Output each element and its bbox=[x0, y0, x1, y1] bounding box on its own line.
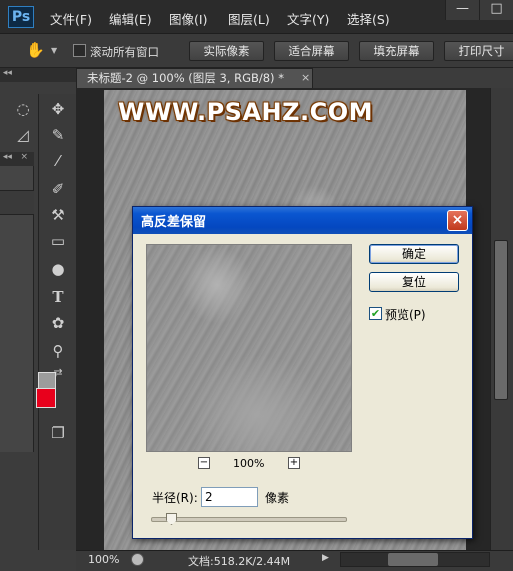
preview-zoom-percent: 100% bbox=[233, 457, 265, 470]
eyedropper-tool-icon[interactable]: ⁄ bbox=[47, 150, 69, 172]
minimize-button[interactable]: — bbox=[445, 0, 479, 20]
marquee-tool-icon[interactable]: ◌ bbox=[12, 98, 34, 120]
preview-checkbox-label: 预览(P) bbox=[385, 308, 426, 322]
preview-checkbox[interactable]: ✔ bbox=[369, 307, 382, 320]
hand-tool-icon[interactable]: ✋ bbox=[26, 41, 46, 59]
horizontal-scroll-thumb[interactable] bbox=[388, 553, 438, 566]
dialog-close-button[interactable]: × bbox=[447, 210, 468, 231]
dodge-tool-icon[interactable]: ● bbox=[47, 258, 69, 280]
chevron-down-icon[interactable]: ▼ bbox=[51, 46, 57, 55]
menu-select[interactable]: 选择(S) bbox=[347, 9, 390, 28]
brush-tool-icon[interactable]: ✐ bbox=[47, 178, 69, 200]
move-tool-icon[interactable]: ✥ bbox=[47, 98, 69, 120]
collapsed-panel-section bbox=[0, 190, 34, 215]
gradient-tool-icon[interactable]: ▭ bbox=[47, 230, 69, 252]
status-info-icon[interactable] bbox=[131, 553, 144, 566]
maximize-button[interactable]: □ bbox=[479, 0, 513, 20]
status-doc-size: 文档:518.2K/2.44M bbox=[188, 555, 291, 568]
reset-button[interactable]: 复位 bbox=[369, 272, 459, 292]
status-zoom[interactable]: 100% bbox=[88, 553, 119, 566]
scroll-all-windows-checkbox[interactable] bbox=[73, 44, 86, 57]
fit-screen-button[interactable]: 适合屏幕 bbox=[274, 41, 349, 61]
radius-input[interactable] bbox=[201, 487, 258, 507]
document-tab[interactable]: 未标题-2 @ 100% (图层 3, RGB/8) * bbox=[76, 68, 313, 88]
zoom-in-button[interactable]: + bbox=[288, 457, 300, 469]
zoom-out-button[interactable]: − bbox=[198, 457, 210, 469]
screen-mode-icon[interactable]: ❐ bbox=[47, 422, 69, 444]
scroll-all-windows-label: 滚动所有窗口 bbox=[90, 45, 159, 59]
quick-select-tool-icon[interactable]: ✎ bbox=[47, 124, 69, 146]
custom-shape-tool-icon[interactable]: ✿ bbox=[47, 312, 69, 334]
radius-label: 半径(R): bbox=[152, 491, 198, 505]
fill-screen-button[interactable]: 填充屏幕 bbox=[359, 41, 434, 61]
dialog-title: 高反差保留 bbox=[141, 215, 207, 230]
menu-image[interactable]: 图像(I) bbox=[169, 9, 207, 28]
print-size-button[interactable]: 打印尺寸 bbox=[444, 41, 513, 61]
lasso-tool-icon[interactable]: ◿ bbox=[12, 124, 34, 146]
menu-type[interactable]: 文字(Y) bbox=[287, 9, 329, 28]
panel-collapse-strip[interactable]: ◂◂ bbox=[0, 68, 76, 82]
zoom-tool-icon[interactable]: ⚲ bbox=[47, 340, 69, 362]
collapsed-panel-header[interactable]: ◂◂ × bbox=[0, 152, 34, 166]
watermark-text: WWW.PSAHZ.COM bbox=[118, 98, 374, 126]
actual-pixels-button[interactable]: 实际像素 bbox=[189, 41, 264, 61]
menu-edit[interactable]: 编辑(E) bbox=[109, 9, 152, 28]
vertical-scroll-thumb[interactable] bbox=[494, 240, 508, 400]
type-tool-icon[interactable]: T bbox=[47, 286, 69, 308]
clone-stamp-tool-icon[interactable]: ⚒ bbox=[47, 204, 69, 226]
status-menu-arrow-icon[interactable]: ▶ bbox=[322, 553, 329, 563]
photoshop-logo: Ps bbox=[8, 6, 34, 28]
radius-slider-track[interactable] bbox=[151, 517, 347, 522]
filter-preview[interactable] bbox=[146, 244, 352, 452]
menu-layer[interactable]: 图层(L) bbox=[228, 9, 270, 28]
close-icon[interactable]: × bbox=[301, 71, 310, 84]
radius-unit: 像素 bbox=[265, 491, 290, 505]
menu-file[interactable]: 文件(F) bbox=[50, 9, 92, 28]
ok-button[interactable]: 确定 bbox=[369, 244, 459, 264]
window-controls: — □ bbox=[445, 0, 513, 20]
background-color-swatch[interactable] bbox=[36, 388, 56, 408]
